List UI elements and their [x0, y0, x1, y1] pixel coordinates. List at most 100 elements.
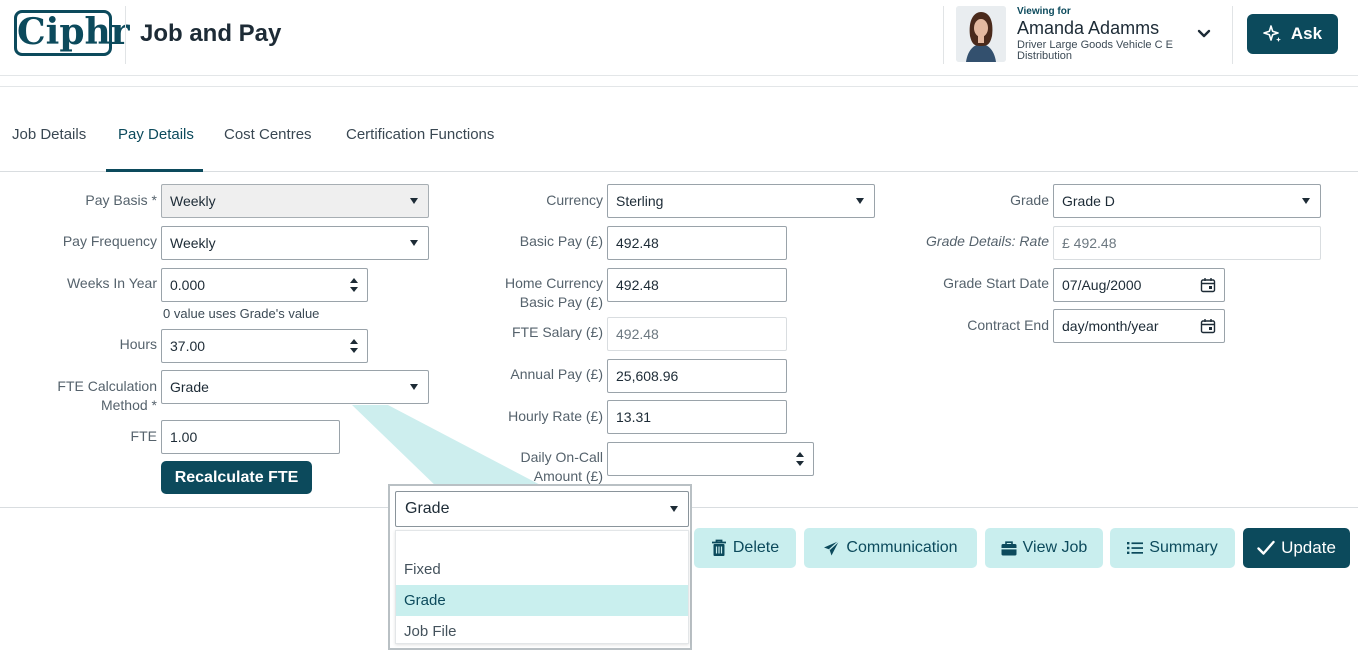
summary-button[interactable]: Summary	[1110, 528, 1235, 568]
weeks-in-year-input[interactable]: 0.000	[161, 268, 368, 302]
contract-end-value: day/month/year	[1062, 318, 1159, 334]
grade-rate-value: £ 492.48	[1062, 235, 1117, 251]
pay-frequency-label: Pay Frequency	[62, 233, 157, 249]
fte-input[interactable]: 1.00	[161, 420, 340, 454]
delete-button[interactable]: Delete	[694, 528, 796, 568]
grade-rate-label: Grade Details: Rate	[926, 233, 1049, 249]
calendar-icon[interactable]	[1200, 277, 1216, 293]
viewing-person-role: Driver Large Goods Vehicle C E Distribut…	[1017, 39, 1173, 62]
list-icon	[1127, 542, 1144, 554]
briefcase-icon	[1001, 540, 1017, 555]
ask-button-label: Ask	[1290, 24, 1323, 43]
basic-pay-label: Basic Pay (£)	[519, 233, 603, 249]
daily-oncall-label: Daily On-Call Amount (£)	[521, 448, 603, 486]
dropdown-option-job-file[interactable]: Job File	[396, 616, 688, 647]
grade-start-date-label: Grade Start Date	[943, 275, 1049, 291]
fte-salary-field: 492.48	[607, 317, 787, 351]
view-job-button-label: View Job	[1022, 539, 1088, 556]
fte-value: 1.00	[170, 429, 198, 445]
caret-down-icon	[410, 240, 418, 246]
grade-start-date-value: 07/Aug/2000	[1062, 277, 1142, 293]
currency-label: Currency	[546, 192, 603, 208]
tab-bar: Job Details Pay Details Cost Centres Cer…	[0, 110, 1358, 172]
hourly-rate-input[interactable]: 13.31	[607, 400, 787, 434]
weeks-in-year-hint: 0 value uses Grade's value	[163, 306, 320, 321]
page-title: Job and Pay	[140, 20, 282, 47]
fte-method-label-line2: Method *	[100, 397, 157, 413]
fte-method-label: FTE Calculation Method *	[57, 377, 157, 415]
weeks-in-year-label: Weeks In Year	[66, 275, 157, 291]
fte-method-dropdown-callout: Grade Fixed Grade Job File	[388, 484, 692, 650]
recalculate-fte-button[interactable]: Recalculate FTE	[161, 461, 312, 494]
grade-value: Grade D	[1062, 193, 1115, 209]
calendar-icon[interactable]	[1200, 318, 1216, 334]
caret-down-icon	[670, 506, 678, 512]
grade-start-date-input[interactable]: 07/Aug/2000	[1053, 268, 1225, 302]
checkmark-icon	[1257, 540, 1275, 555]
header-divider	[125, 6, 126, 64]
view-job-button[interactable]: View Job	[985, 528, 1103, 568]
header-divider	[1232, 6, 1233, 64]
contract-end-label: Contract End	[967, 317, 1049, 333]
update-button-label: Update	[1281, 538, 1336, 557]
header-divider	[943, 6, 944, 64]
fte-method-dropdown-value: Grade	[405, 500, 450, 517]
subheader-divider	[0, 86, 1358, 87]
trash-icon	[711, 539, 726, 556]
home-basic-pay-label-line2: Basic Pay (£)	[519, 294, 603, 310]
viewing-for-label: Viewing for	[1017, 6, 1071, 17]
daily-oncall-input[interactable]	[607, 442, 814, 476]
pay-frequency-value: Weekly	[170, 235, 216, 251]
dropdown-option-fixed[interactable]: Fixed	[396, 554, 688, 585]
pay-frequency-select[interactable]: Weekly	[161, 226, 429, 260]
annual-pay-value: 25,608.96	[616, 368, 679, 384]
chevron-down-icon[interactable]	[1196, 26, 1212, 42]
caret-down-icon	[410, 198, 418, 204]
grade-label: Grade	[1010, 192, 1049, 208]
hours-input[interactable]: 37.00	[161, 329, 368, 363]
weeks-in-year-value: 0.000	[170, 277, 206, 293]
hourly-rate-label: Hourly Rate (£)	[508, 408, 603, 424]
sparkle-icon	[1263, 25, 1281, 42]
fte-label: FTE	[130, 428, 157, 444]
caret-down-icon	[410, 384, 418, 390]
ask-button[interactable]: Ask	[1247, 14, 1338, 54]
grade-rate-field: £ 492.48	[1053, 226, 1321, 260]
fte-method-label-line1: FTE Calculation	[57, 378, 157, 394]
grade-select[interactable]: Grade D	[1053, 184, 1321, 218]
communication-button-label: Communication	[846, 539, 958, 556]
fte-method-value: Grade	[170, 379, 209, 395]
spinner-arrows-icon[interactable]	[349, 336, 359, 356]
hours-value: 37.00	[170, 338, 206, 354]
ciphr-logo[interactable]: Ciphr	[14, 10, 130, 56]
fte-method-dropdown-select[interactable]: Grade	[395, 491, 689, 527]
active-tab-indicator	[106, 169, 203, 172]
home-basic-pay-input[interactable]: 492.48	[607, 268, 787, 302]
tab-cost-centres[interactable]: Cost Centres	[224, 126, 312, 143]
fte-salary-value: 492.48	[616, 326, 659, 342]
person-photo-icon	[956, 6, 1006, 62]
contract-end-input[interactable]: day/month/year	[1053, 309, 1225, 343]
pay-basis-value: Weekly	[170, 193, 216, 209]
tab-job-details[interactable]: Job Details	[12, 126, 86, 143]
basic-pay-value: 492.48	[616, 235, 659, 251]
dropdown-option-grade[interactable]: Grade	[396, 585, 688, 616]
spinner-arrows-icon[interactable]	[349, 275, 359, 295]
delete-button-label: Delete	[732, 539, 780, 556]
tab-pay-details[interactable]: Pay Details	[118, 126, 194, 143]
annual-pay-label: Annual Pay (£)	[510, 366, 603, 382]
caret-down-icon	[856, 198, 864, 204]
update-button[interactable]: Update	[1243, 528, 1350, 568]
spinner-arrows-icon[interactable]	[795, 449, 805, 469]
pay-basis-select[interactable]: Weekly	[161, 184, 429, 218]
basic-pay-input[interactable]: 492.48	[607, 226, 787, 260]
summary-button-label: Summary	[1149, 539, 1218, 556]
job-and-pay-page: Ciphr Job and Pay Viewing for Amanda Ada…	[0, 0, 1358, 656]
avatar[interactable]	[956, 6, 1006, 62]
currency-select[interactable]: Sterling	[607, 184, 875, 218]
paper-plane-icon	[824, 540, 840, 555]
communication-button[interactable]: Communication	[804, 528, 977, 568]
annual-pay-input[interactable]: 25,608.96	[607, 359, 787, 393]
tab-certification-functions[interactable]: Certification Functions	[346, 126, 494, 143]
fte-method-select[interactable]: Grade	[161, 370, 429, 404]
